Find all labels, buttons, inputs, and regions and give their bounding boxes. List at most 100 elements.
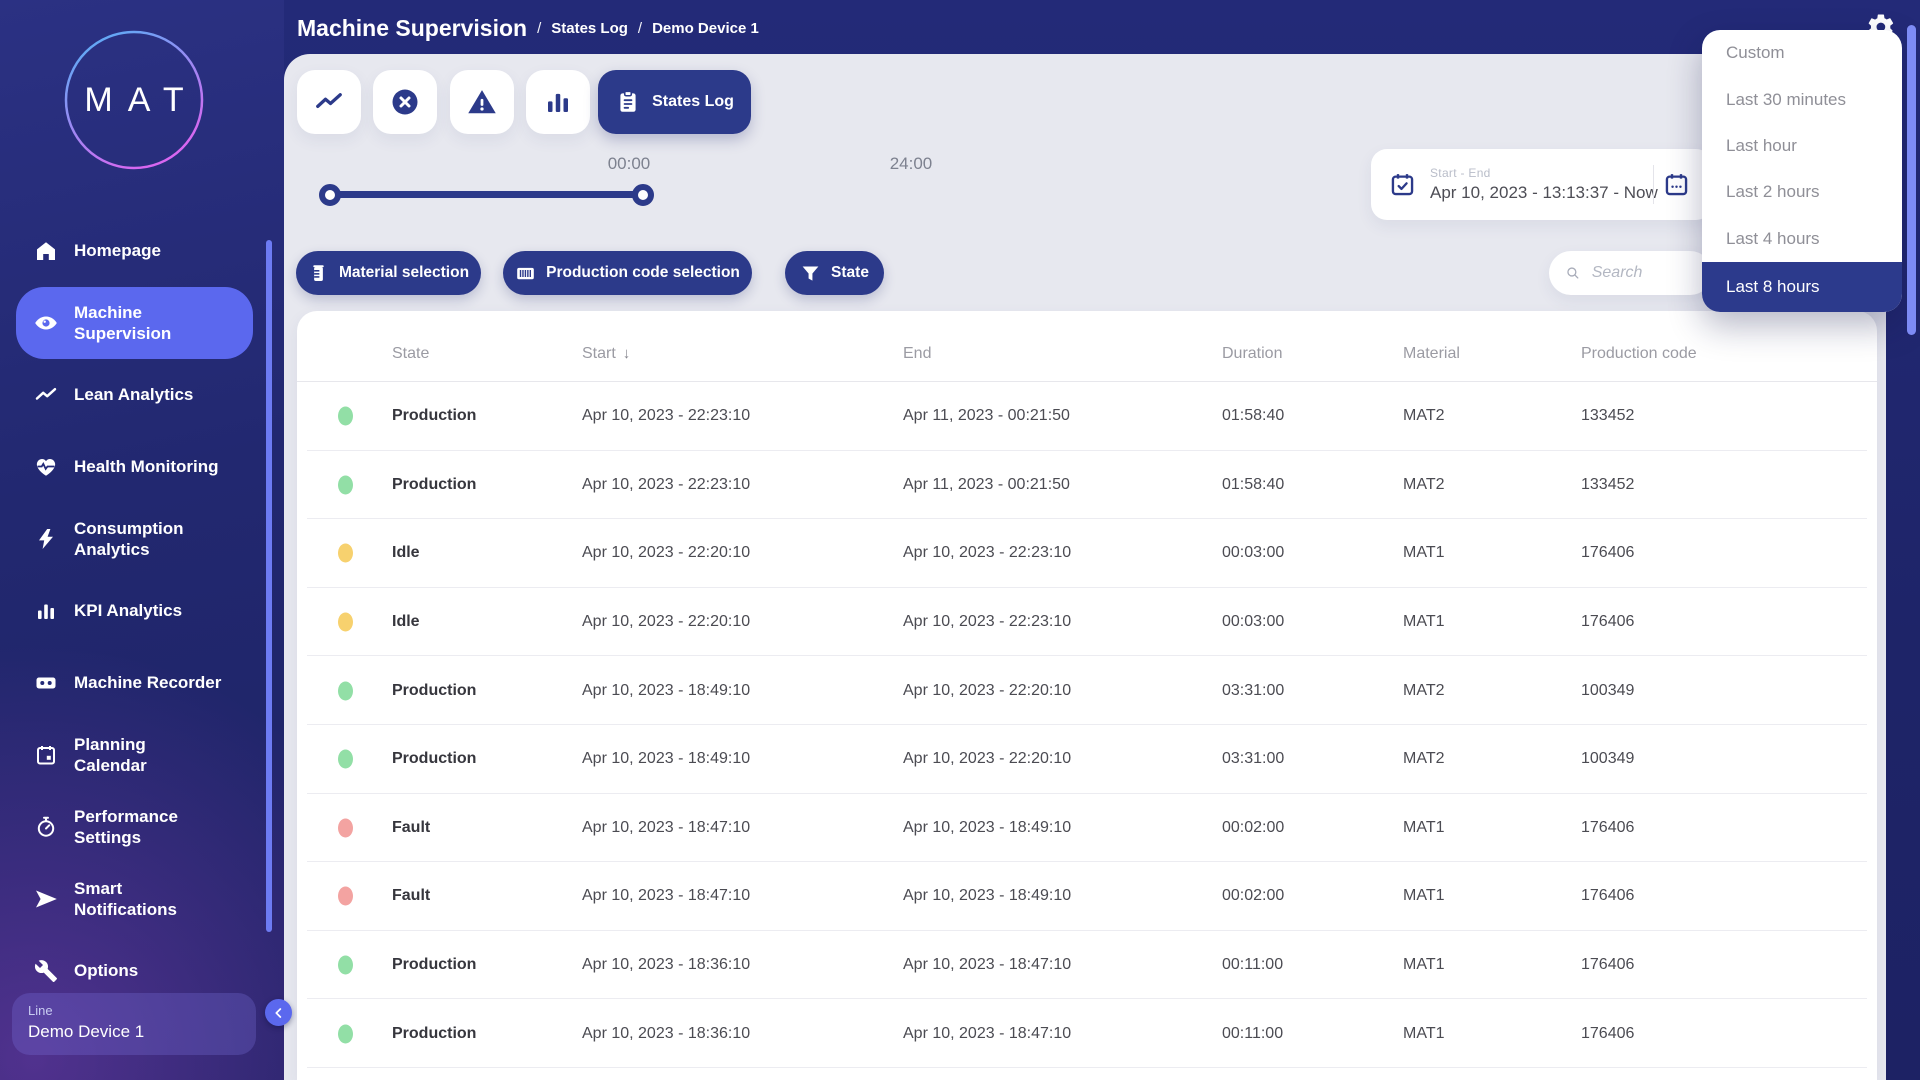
bar-chart-icon xyxy=(543,87,573,117)
sidebar: MAT Homepage Machine Supervision Lean An… xyxy=(0,0,284,1080)
time-range-menu-item[interactable]: Custom xyxy=(1702,30,1902,76)
funnel-icon xyxy=(800,263,821,284)
cell-end: Apr 10, 2023 - 22:23:10 xyxy=(903,544,1071,562)
table-row: Fault Apr 10, 2023 - 18:47:10 Apr 10, 20… xyxy=(297,794,1877,863)
slider-handle-start[interactable] xyxy=(319,184,341,206)
cell-end: Apr 10, 2023 - 18:47:10 xyxy=(903,956,1071,974)
tab-trend[interactable] xyxy=(297,70,361,134)
breadcrumb-device[interactable]: Demo Device 1 xyxy=(652,20,759,37)
column-header-start[interactable]: Start ↓ xyxy=(582,345,630,363)
home-icon xyxy=(34,239,58,263)
status-dot xyxy=(338,407,353,426)
date-range-button[interactable]: Start - End Apr 10, 2023 - 13:13:37 - No… xyxy=(1371,149,1712,220)
column-header-production-code[interactable]: Production code xyxy=(1581,345,1697,363)
breadcrumb-section[interactable]: States Log xyxy=(551,20,628,37)
column-header-end[interactable]: End xyxy=(903,345,931,363)
production-code-selection-button[interactable]: Production code selection xyxy=(503,251,752,295)
column-header-state[interactable]: State xyxy=(392,345,429,363)
time-range-menu-item[interactable]: Last 2 hours xyxy=(1702,169,1902,215)
time-range-menu-item[interactable]: Last hour xyxy=(1702,123,1902,169)
tab-states-log-label: States Log xyxy=(652,93,734,111)
status-dot xyxy=(338,475,353,494)
cell-material: MAT1 xyxy=(1403,956,1444,974)
cell-material: MAT2 xyxy=(1403,750,1444,768)
column-header-duration[interactable]: Duration xyxy=(1222,345,1282,363)
search-input[interactable] xyxy=(1590,263,1700,283)
cell-start: Apr 10, 2023 - 18:47:10 xyxy=(582,887,750,905)
sidebar-item-performance-settings[interactable]: Performance Settings xyxy=(16,791,253,863)
sidebar-item-consumption-analytics[interactable]: Consumption Analytics xyxy=(16,503,253,575)
state-filter-button[interactable]: State xyxy=(785,251,884,295)
sidebar-scrollbar[interactable] xyxy=(266,240,272,932)
slider-handle-end[interactable] xyxy=(632,184,654,206)
cell-end: Apr 10, 2023 - 18:47:10 xyxy=(903,1025,1071,1043)
device-card[interactable]: Line Demo Device 1 xyxy=(12,993,256,1055)
production-code-selection-label: Production code selection xyxy=(546,264,740,282)
tab-warnings[interactable] xyxy=(450,70,514,134)
divider xyxy=(1653,165,1654,204)
cell-end: Apr 10, 2023 - 22:20:10 xyxy=(903,682,1071,700)
cell-end: Apr 10, 2023 - 22:23:10 xyxy=(903,613,1071,631)
sidebar-item-planning-calendar[interactable]: Planning Calendar xyxy=(16,719,253,791)
sidebar-item-machine-supervision[interactable]: Machine Supervision xyxy=(16,287,253,359)
barcode-icon xyxy=(515,263,536,284)
calendar-picker-icon[interactable] xyxy=(1663,171,1690,198)
cell-material: MAT1 xyxy=(1403,887,1444,905)
time-range-menu-item[interactable]: Last 8 hours xyxy=(1702,262,1902,312)
sidebar-item-machine-recorder[interactable]: Machine Recorder xyxy=(16,647,253,719)
sidebar-item-smart-notifications[interactable]: Smart Notifications xyxy=(16,863,253,935)
cell-state: Fault xyxy=(392,819,430,837)
table-row: Idle Apr 10, 2023 - 22:20:10 Apr 10, 202… xyxy=(297,519,1877,588)
page: MAT Homepage Machine Supervision Lean An… xyxy=(0,0,1920,1080)
sidebar-item-kpi-analytics[interactable]: KPI Analytics xyxy=(16,575,253,647)
sidebar-item-health-monitoring[interactable]: Health Monitoring xyxy=(16,431,253,503)
date-range-value: Apr 10, 2023 - 13:13:37 - Now xyxy=(1430,183,1658,203)
table-row: Production Apr 10, 2023 - 18:36:10 Apr 1… xyxy=(297,931,1877,1000)
sidebar-nav: Homepage Machine Supervision Lean Analyt… xyxy=(0,215,284,1007)
chevron-left-icon xyxy=(271,1005,287,1021)
cell-state: Production xyxy=(392,407,476,425)
x-circle-icon xyxy=(390,87,420,117)
material-selection-label: Material selection xyxy=(339,264,469,282)
time-slider-track[interactable] xyxy=(330,191,643,198)
cell-code: 133452 xyxy=(1581,407,1634,425)
column-header-material[interactable]: Material xyxy=(1403,345,1460,363)
sidebar-collapse-button[interactable] xyxy=(265,999,292,1026)
trend-icon xyxy=(314,87,344,117)
sidebar-item-label: Homepage xyxy=(74,240,161,261)
cell-state: Fault xyxy=(392,887,430,905)
gauge-icon xyxy=(34,815,58,839)
tab-states-log[interactable]: States Log xyxy=(598,70,751,134)
time-range-menu-item[interactable]: Last 4 hours xyxy=(1702,216,1902,262)
sidebar-item-label: Smart Notifications xyxy=(74,878,177,921)
app-logo: MAT xyxy=(64,30,204,170)
page-title: Machine Supervision xyxy=(297,15,527,42)
cell-material: MAT1 xyxy=(1403,1025,1444,1043)
cell-start: Apr 10, 2023 - 18:49:10 xyxy=(582,682,750,700)
slider-start-label: 00:00 xyxy=(599,154,659,174)
material-selection-button[interactable]: Material selection xyxy=(296,251,481,295)
wrench-icon xyxy=(34,959,58,983)
sidebar-item-homepage[interactable]: Homepage xyxy=(16,215,253,287)
cell-start: Apr 10, 2023 - 18:36:10 xyxy=(582,956,750,974)
cell-end: Apr 10, 2023 - 22:20:10 xyxy=(903,750,1071,768)
table-row: Idle Apr 10, 2023 - 22:20:10 Apr 10, 202… xyxy=(297,588,1877,657)
time-range-menu-item[interactable]: Last 30 minutes xyxy=(1702,76,1902,122)
heart-pulse-icon xyxy=(34,455,58,479)
tab-statistics[interactable] xyxy=(526,70,590,134)
bar-chart-icon xyxy=(34,599,58,623)
breadcrumb: Machine Supervision / States Log / Demo … xyxy=(297,10,759,46)
cell-state: Production xyxy=(392,682,476,700)
tab-faults[interactable] xyxy=(373,70,437,134)
table-row: Fault Apr 10, 2023 - 18:47:10 Apr 10, 20… xyxy=(297,862,1877,931)
cell-state: Idle xyxy=(392,544,420,562)
status-dot xyxy=(338,1024,353,1043)
material-icon xyxy=(308,263,329,284)
trend-icon xyxy=(34,383,58,407)
sidebar-item-lean-analytics[interactable]: Lean Analytics xyxy=(16,359,253,431)
sort-descending-icon: ↓ xyxy=(623,345,631,363)
page-scrollbar[interactable] xyxy=(1907,25,1916,335)
cell-duration: 00:03:00 xyxy=(1222,613,1284,631)
cell-duration: 00:03:00 xyxy=(1222,544,1284,562)
sidebar-item-label: Consumption Analytics xyxy=(74,518,184,561)
